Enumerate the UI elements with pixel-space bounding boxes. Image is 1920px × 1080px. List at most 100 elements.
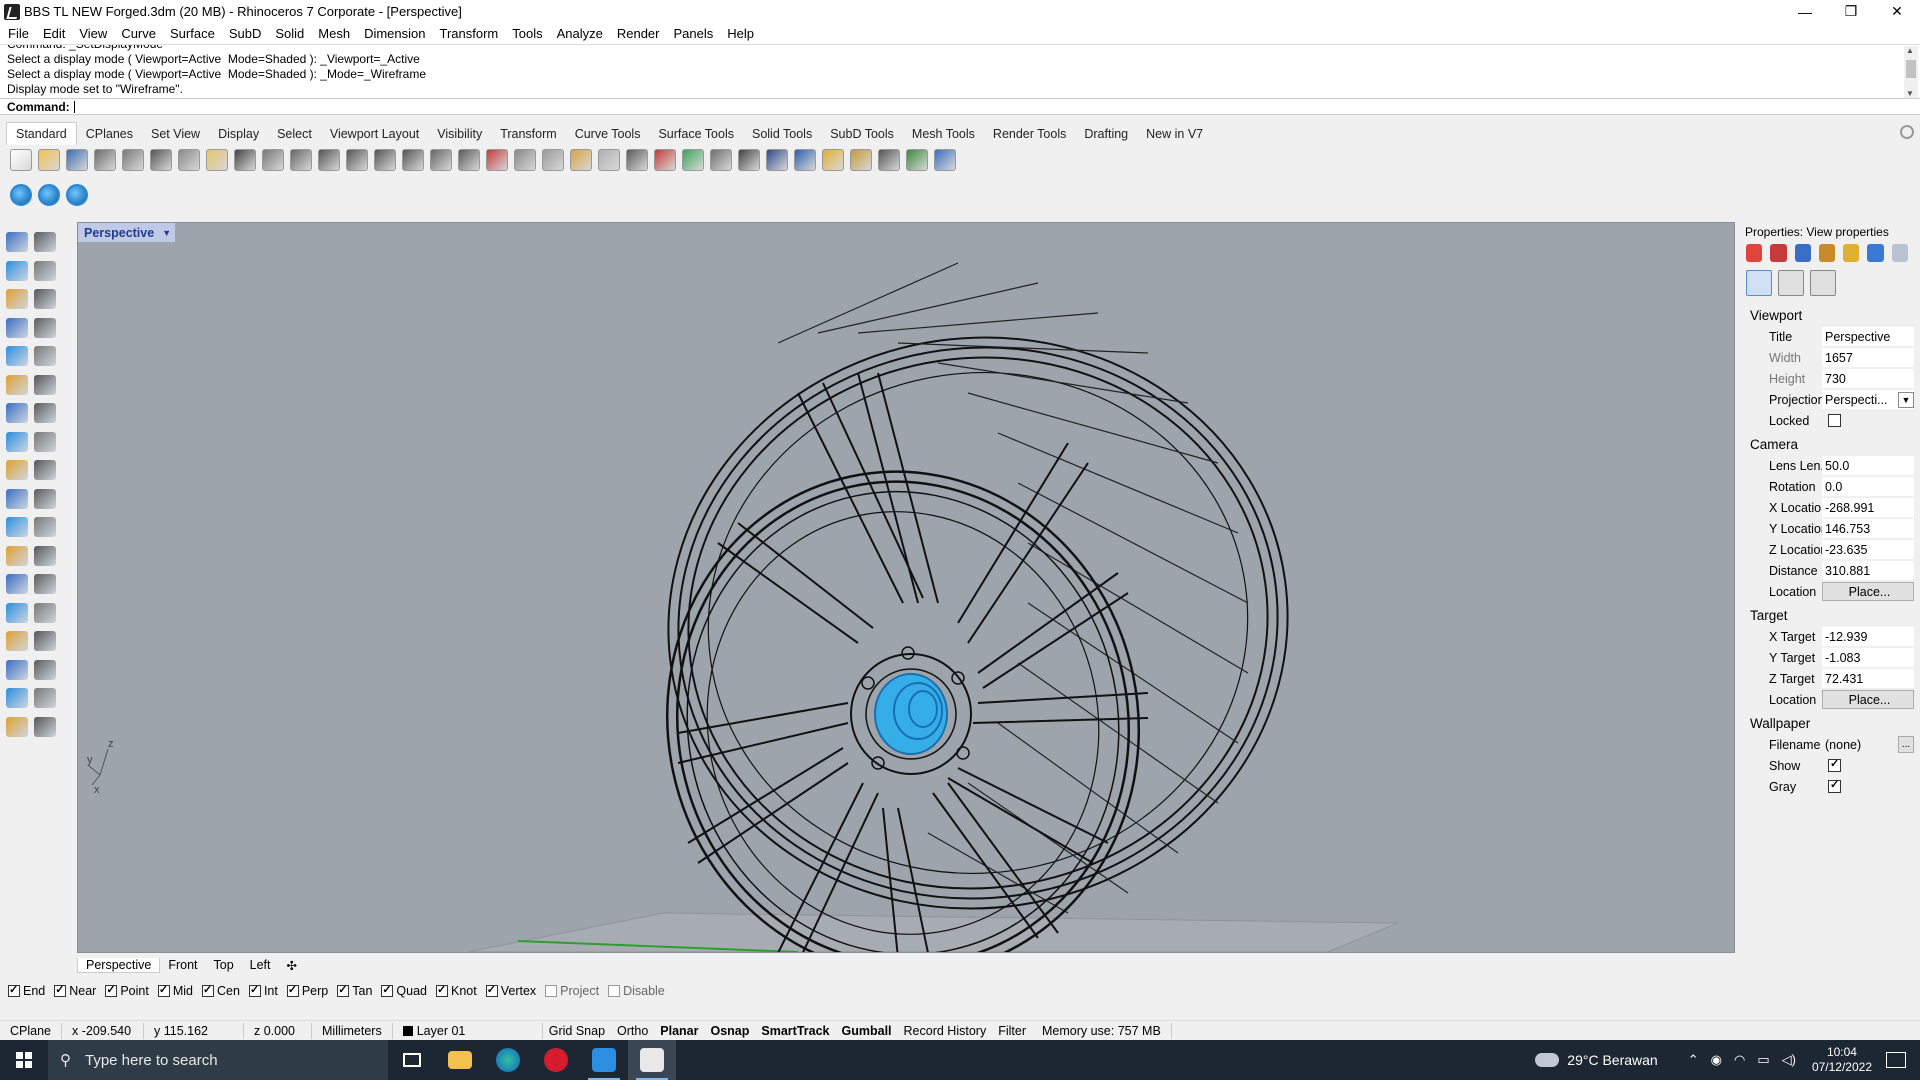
toggle-gumball[interactable]: Gumball	[836, 1024, 898, 1038]
trim-icon[interactable]	[6, 488, 28, 509]
globe-icon[interactable]	[906, 149, 928, 171]
render-icon[interactable]	[794, 149, 816, 171]
battery-icon[interactable]: ▭	[1757, 1052, 1769, 1068]
color-icon[interactable]	[1746, 244, 1763, 262]
tab-new-in-v7[interactable]: New in V7	[1137, 123, 1212, 145]
osnap-checkbox[interactable]	[485, 983, 498, 997]
block-icon[interactable]	[34, 659, 56, 680]
z-location-field[interactable]: -23.635	[1822, 540, 1914, 559]
properties-icon[interactable]	[822, 149, 844, 171]
tab-set-view[interactable]: Set View	[142, 123, 209, 145]
viewport-tab-front[interactable]: Front	[160, 958, 205, 972]
tab-display[interactable]: Display	[209, 123, 268, 145]
osnap-checkbox[interactable]	[608, 985, 621, 997]
solid-icon[interactable]	[6, 631, 28, 651]
menu-view[interactable]: View	[79, 26, 107, 41]
osnap-disable[interactable]: Disable	[608, 984, 665, 998]
osnap-checkbox[interactable]	[105, 983, 118, 997]
taskbar-search[interactable]: ⚲ Type here to search	[48, 1040, 388, 1080]
osnap-checkbox[interactable]	[337, 983, 350, 997]
notification-icon[interactable]	[1886, 1052, 1906, 1068]
dimension-icon[interactable]	[878, 149, 900, 171]
clock[interactable]: 10:04 07/12/2022	[1812, 1045, 1872, 1075]
move-icon[interactable]	[6, 545, 28, 566]
cplane-indicator[interactable]: CPlane	[0, 1022, 62, 1039]
opera-icon[interactable]	[532, 1040, 580, 1080]
osnap-checkbox[interactable]	[286, 983, 299, 997]
y-location-field[interactable]: 146.753	[1822, 519, 1914, 538]
gray-checkbox[interactable]	[1828, 778, 1841, 793]
copy-icon[interactable]	[178, 149, 200, 171]
command-history-scrollbar[interactable]	[1904, 46, 1918, 98]
photos-icon[interactable]	[580, 1040, 628, 1080]
lens-length-field[interactable]: 50.0	[1822, 456, 1914, 475]
osnap-checkbox[interactable]	[8, 983, 20, 997]
toggle-smarttrack[interactable]: SmartTrack	[755, 1024, 835, 1038]
shaded-sphere-icon[interactable]	[710, 149, 732, 171]
cylinder-icon[interactable]	[6, 431, 28, 452]
units-indicator[interactable]: Millimeters	[312, 1022, 393, 1039]
menu-help[interactable]: Help	[727, 26, 754, 41]
browse-button[interactable]: ...	[1898, 736, 1914, 753]
array-icon[interactable]	[6, 460, 28, 480]
paste-icon[interactable]	[206, 149, 228, 171]
scrollbar-thumb[interactable]	[1906, 60, 1916, 78]
osnap-checkbox[interactable]	[157, 983, 170, 997]
tab-viewport-layout[interactable]: Viewport Layout	[321, 123, 428, 145]
camera-icon[interactable]	[1746, 270, 1772, 296]
group-icon[interactable]	[6, 602, 28, 623]
osnap-end[interactable]: End	[8, 983, 45, 998]
osnap-near[interactable]: Near	[54, 983, 96, 998]
check-icon[interactable]	[34, 688, 56, 708]
rotate-icon[interactable]	[34, 545, 56, 566]
chevron-up-icon[interactable]: ⌃	[1688, 1052, 1699, 1068]
network-icon[interactable]: ◉	[1711, 1052, 1722, 1068]
toggle-grid-snap[interactable]: Grid Snap	[543, 1024, 611, 1038]
mesh-icon[interactable]	[6, 716, 28, 737]
layer-indicator[interactable]: Layer 01	[393, 1022, 543, 1039]
menu-dimension[interactable]: Dimension	[364, 26, 425, 41]
menu-file[interactable]: File	[8, 26, 29, 41]
menu-subd[interactable]: SubD	[229, 26, 262, 41]
surface-icon[interactable]	[6, 374, 28, 395]
open-icon[interactable]	[38, 149, 60, 171]
wrench-icon[interactable]	[1778, 270, 1804, 296]
zoom-window-icon[interactable]	[346, 149, 368, 171]
viewport-tab-top[interactable]: Top	[206, 958, 242, 972]
weather-widget[interactable]: 29°C Berawan	[1535, 1052, 1658, 1068]
sync-icon-1[interactable]	[10, 184, 32, 206]
start-button[interactable]	[0, 1040, 48, 1080]
sync-icon-2[interactable]	[38, 184, 60, 206]
chevron-down-icon[interactable]: ▼	[1898, 391, 1914, 408]
osnap-project[interactable]: Project	[545, 984, 599, 998]
rotate-view-icon[interactable]	[290, 149, 312, 171]
undo-view-icon[interactable]	[430, 149, 452, 171]
menu-curve[interactable]: Curve	[121, 26, 156, 41]
render-sphere-icon[interactable]	[766, 149, 788, 171]
mirror-icon[interactable]	[34, 602, 56, 623]
gear-icon[interactable]	[1900, 125, 1914, 139]
z-target-field[interactable]: 72.431	[1822, 669, 1914, 688]
osnap-int[interactable]: Int	[248, 983, 278, 998]
material-icon[interactable]	[1770, 244, 1787, 262]
light-icon[interactable]	[598, 149, 620, 171]
chevron-down-icon[interactable]: ▼	[162, 228, 171, 238]
save-icon[interactable]	[66, 149, 88, 171]
menu-mesh[interactable]: Mesh	[318, 26, 350, 41]
viewport-title[interactable]: Perspective ▼	[78, 223, 176, 242]
zoom-selected-icon[interactable]	[402, 149, 424, 171]
print-icon[interactable]	[94, 149, 116, 171]
rendered-sphere-icon[interactable]	[738, 149, 760, 171]
sphere-icon[interactable]	[34, 403, 56, 423]
rotation-field[interactable]: 0.0	[1822, 477, 1914, 496]
menu-surface[interactable]: Surface	[170, 26, 215, 41]
filename-field[interactable]: (none)...	[1822, 735, 1914, 754]
rhino-taskbar-icon[interactable]	[628, 1040, 676, 1080]
camera-place-button[interactable]: Place...	[1822, 582, 1914, 601]
render-icon[interactable]	[1794, 244, 1811, 262]
point-icon[interactable]	[34, 232, 56, 252]
tab-standard[interactable]: Standard	[6, 122, 77, 145]
tab-cplanes[interactable]: CPlanes	[77, 123, 142, 145]
curve-icon[interactable]	[34, 260, 56, 281]
sync-icon-3[interactable]	[66, 184, 88, 206]
